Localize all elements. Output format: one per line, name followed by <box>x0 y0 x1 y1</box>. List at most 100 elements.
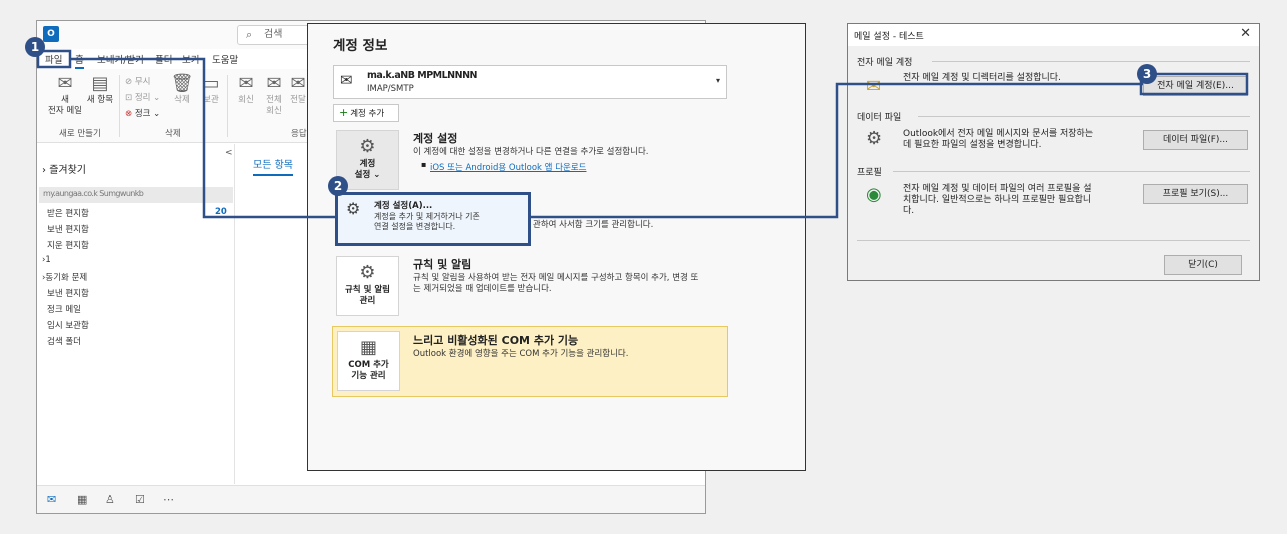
com-addins-button-label: COM 추가 기능 관리 <box>348 360 389 381</box>
group-new-label: 새로 만들기 <box>59 129 101 139</box>
account-selector[interactable]: ✉ ma.k.aNB MPMLNNNN IMAP/SMTP ▾ <box>333 65 727 99</box>
favorites-header[interactable]: › 즐겨찾기 <box>42 161 86 176</box>
close-button[interactable]: 닫기(C) <box>1164 255 1242 275</box>
addin-icon: ▦ <box>359 337 377 358</box>
mail-icon[interactable]: ✉ <box>47 493 56 506</box>
dialog-titlebar: 메일 설정 - 테스트 ✕ <box>848 24 1259 46</box>
data-files-group-label: 데이터 파일 <box>857 113 902 123</box>
trash-icon: 🗑 <box>170 73 194 94</box>
add-account-label: 계정 추가 <box>350 109 385 119</box>
reply-label: 회신 <box>238 95 254 105</box>
inbox-unread-count: 20 <box>215 207 227 217</box>
more-icon[interactable]: ⋯ <box>163 493 174 506</box>
folder-deleted[interactable]: 지운 편지함 <box>47 239 89 251</box>
people-icon[interactable]: ♙ <box>105 493 115 506</box>
folder-junk[interactable]: 정크 메일 <box>47 303 81 315</box>
new-items-button[interactable]: ▤ 새 항목 <box>85 73 115 106</box>
rules-alerts-title: 규칙 및 알림 <box>413 258 472 271</box>
com-addins-desc: Outlook 환경에 영향을 주는 COM 추가 기능을 관리합니다. <box>413 349 629 359</box>
account-info-title: 계정 정보 <box>333 38 388 54</box>
plus-icon: + <box>339 106 349 119</box>
account-name: my.aungaa.co.k Sumgwunkb <box>43 189 144 198</box>
ribbon-divider <box>119 75 120 137</box>
profiles-group-label: 프로필 <box>857 168 882 178</box>
tasks-icon[interactable]: ☑ <box>135 493 145 506</box>
close-icon[interactable]: ✕ <box>1240 26 1251 41</box>
folder-drafts[interactable]: 임시 보관함 <box>47 319 89 331</box>
junk-label: 정크 <box>134 109 151 119</box>
forward-label: 전달 <box>290 95 306 105</box>
account-settings-menu-item[interactable]: ⚙ 계정 설정(A)... 계정을 추가 및 제거하거나 기존 연결 설정을 변… <box>335 192 531 246</box>
account-settings-desc: 이 계정에 대한 설정을 변경하거나 다른 연결을 추가로 설정합니다. <box>413 147 649 157</box>
mobile-app-link[interactable]: iOS 또는 Android용 Outlook 앱 다운로드 <box>430 161 586 173</box>
rules-gear-icon: ⚙ <box>359 262 376 283</box>
bullet: ▪ <box>421 160 427 169</box>
rules-alerts-desc: 규칙 및 알림을 사용하여 받는 전자 메일 메시지를 구성하고 항목이 추가,… <box>413 273 699 294</box>
tab-file[interactable]: 파일 <box>45 52 62 66</box>
email-accounts-desc: 전자 메일 계정 및 디렉터리를 설정합니다. <box>903 73 1061 83</box>
tab-home[interactable]: 홈 <box>75 52 84 69</box>
folder-pane: › 즐겨찾기 < my.aungaa.co.k Sumgwunkb 받은 편지함… <box>37 144 235 484</box>
show-profiles-button[interactable]: 프로필 보기(S)... <box>1143 184 1248 204</box>
folder-1[interactable]: ›1 <box>42 255 51 265</box>
group-divider <box>893 171 1250 172</box>
forward-icon: ✉ <box>290 73 306 94</box>
account-name: ma.k.aNB MPMLNNNN <box>367 70 477 81</box>
data-files-button[interactable]: 데이터 파일(F)... <box>1143 130 1248 150</box>
new-mail-button[interactable]: ✉ 새 전자 메일 <box>45 73 85 117</box>
add-account-button[interactable]: + 계정 추가 <box>333 104 399 122</box>
profiles-icon: ◉ <box>866 184 882 205</box>
account-settings-menu-desc: 계정을 추가 및 제거하거나 기존 연결 설정을 변경합니다. <box>374 212 480 231</box>
account-settings-button-label: 계정 설정 ⌄ <box>354 159 381 180</box>
forward-button[interactable]: ✉ 전달 <box>289 73 307 106</box>
rules-alerts-button[interactable]: ⚙ 규칙 및 알림 관리 <box>336 256 399 316</box>
tab-all-items[interactable]: 모든 항목 <box>253 156 293 176</box>
ignore-label: 무시 <box>134 77 151 87</box>
reply-all-label: 전체 회신 <box>266 95 282 116</box>
email-accounts-button[interactable]: 전자 메일 계정(E)... <box>1143 76 1248 96</box>
cleanup-label: 정리 <box>134 93 151 103</box>
archive-icon: ▭ <box>202 73 220 94</box>
new-items-icon: ▤ <box>91 73 109 94</box>
folder-search[interactable]: 검색 폴더 <box>47 335 81 347</box>
reply-icon: ✉ <box>238 73 254 94</box>
collapse-pane-button[interactable]: < <box>225 148 233 158</box>
com-addins-button[interactable]: ▦ COM 추가 기능 관리 <box>337 331 400 391</box>
new-mail-label: 새 전자 메일 <box>48 95 82 116</box>
folder-sync-issues[interactable]: ›동기화 문제 <box>42 271 87 283</box>
folder-sent[interactable]: 보낸 편지함 <box>47 223 89 235</box>
new-items-label: 새 항목 <box>86 95 114 105</box>
folder-inbox[interactable]: 받은 편지함 <box>47 207 89 219</box>
group-delete-label: 삭제 <box>165 129 181 139</box>
step-badge-2: 2 <box>328 176 348 196</box>
dialog-title: 메일 설정 - 테스트 <box>854 32 924 42</box>
envelope-icon: ✉ <box>57 73 73 94</box>
archive-label: 보관 <box>203 95 219 105</box>
group-divider <box>932 61 1250 62</box>
favorites-label: 즐겨찾기 <box>49 165 86 176</box>
rules-alerts-button-label: 규칙 및 알림 관리 <box>344 285 391 306</box>
account-info-panel: 계정 정보 ✉ ma.k.aNB MPMLNNNN IMAP/SMTP ▾ + 계… <box>307 23 806 471</box>
tab-folder[interactable]: 폴더 <box>155 52 172 66</box>
calendar-icon[interactable]: ▦ <box>77 493 87 506</box>
mailbox-cleanup-desc: 관하여 사서함 크기를 관리합니다. <box>533 220 654 230</box>
group-divider <box>918 116 1250 117</box>
mail-setup-dialog: 메일 설정 - 테스트 ✕ 전자 메일 계정 ✉ 전자 메일 계정 및 디렉터리… <box>847 23 1260 281</box>
account-row[interactable]: my.aungaa.co.k Sumgwunkb <box>39 187 233 203</box>
tab-help[interactable]: 도움말 <box>212 52 238 66</box>
email-accounts-icon: ✉ <box>866 76 882 97</box>
cleanup-button[interactable]: ⊡ 정리 ⌄ <box>125 91 160 103</box>
tab-send-receive[interactable]: 보내기/받기 <box>97 52 144 66</box>
junk-button[interactable]: ⊗ 정크 ⌄ <box>125 107 160 119</box>
archive-button[interactable]: ▭ 보관 <box>200 73 222 106</box>
tab-view[interactable]: 보기 <box>182 52 199 66</box>
reply-button[interactable]: ✉ 회신 <box>233 73 259 106</box>
dropdown-arrow-icon: ▾ <box>715 76 720 85</box>
delete-button[interactable]: 🗑 삭제 <box>169 73 195 106</box>
reply-all-button[interactable]: ✉ 전체 회신 <box>261 73 287 117</box>
ignore-button[interactable]: ⊘ 무시 <box>125 75 150 87</box>
step-badge-3: 3 <box>1137 64 1157 84</box>
group-respond-label: 응답 <box>291 129 307 139</box>
folder-outbox[interactable]: 보낸 편지함 <box>47 287 89 299</box>
folder-1-label: 1 <box>45 255 51 265</box>
